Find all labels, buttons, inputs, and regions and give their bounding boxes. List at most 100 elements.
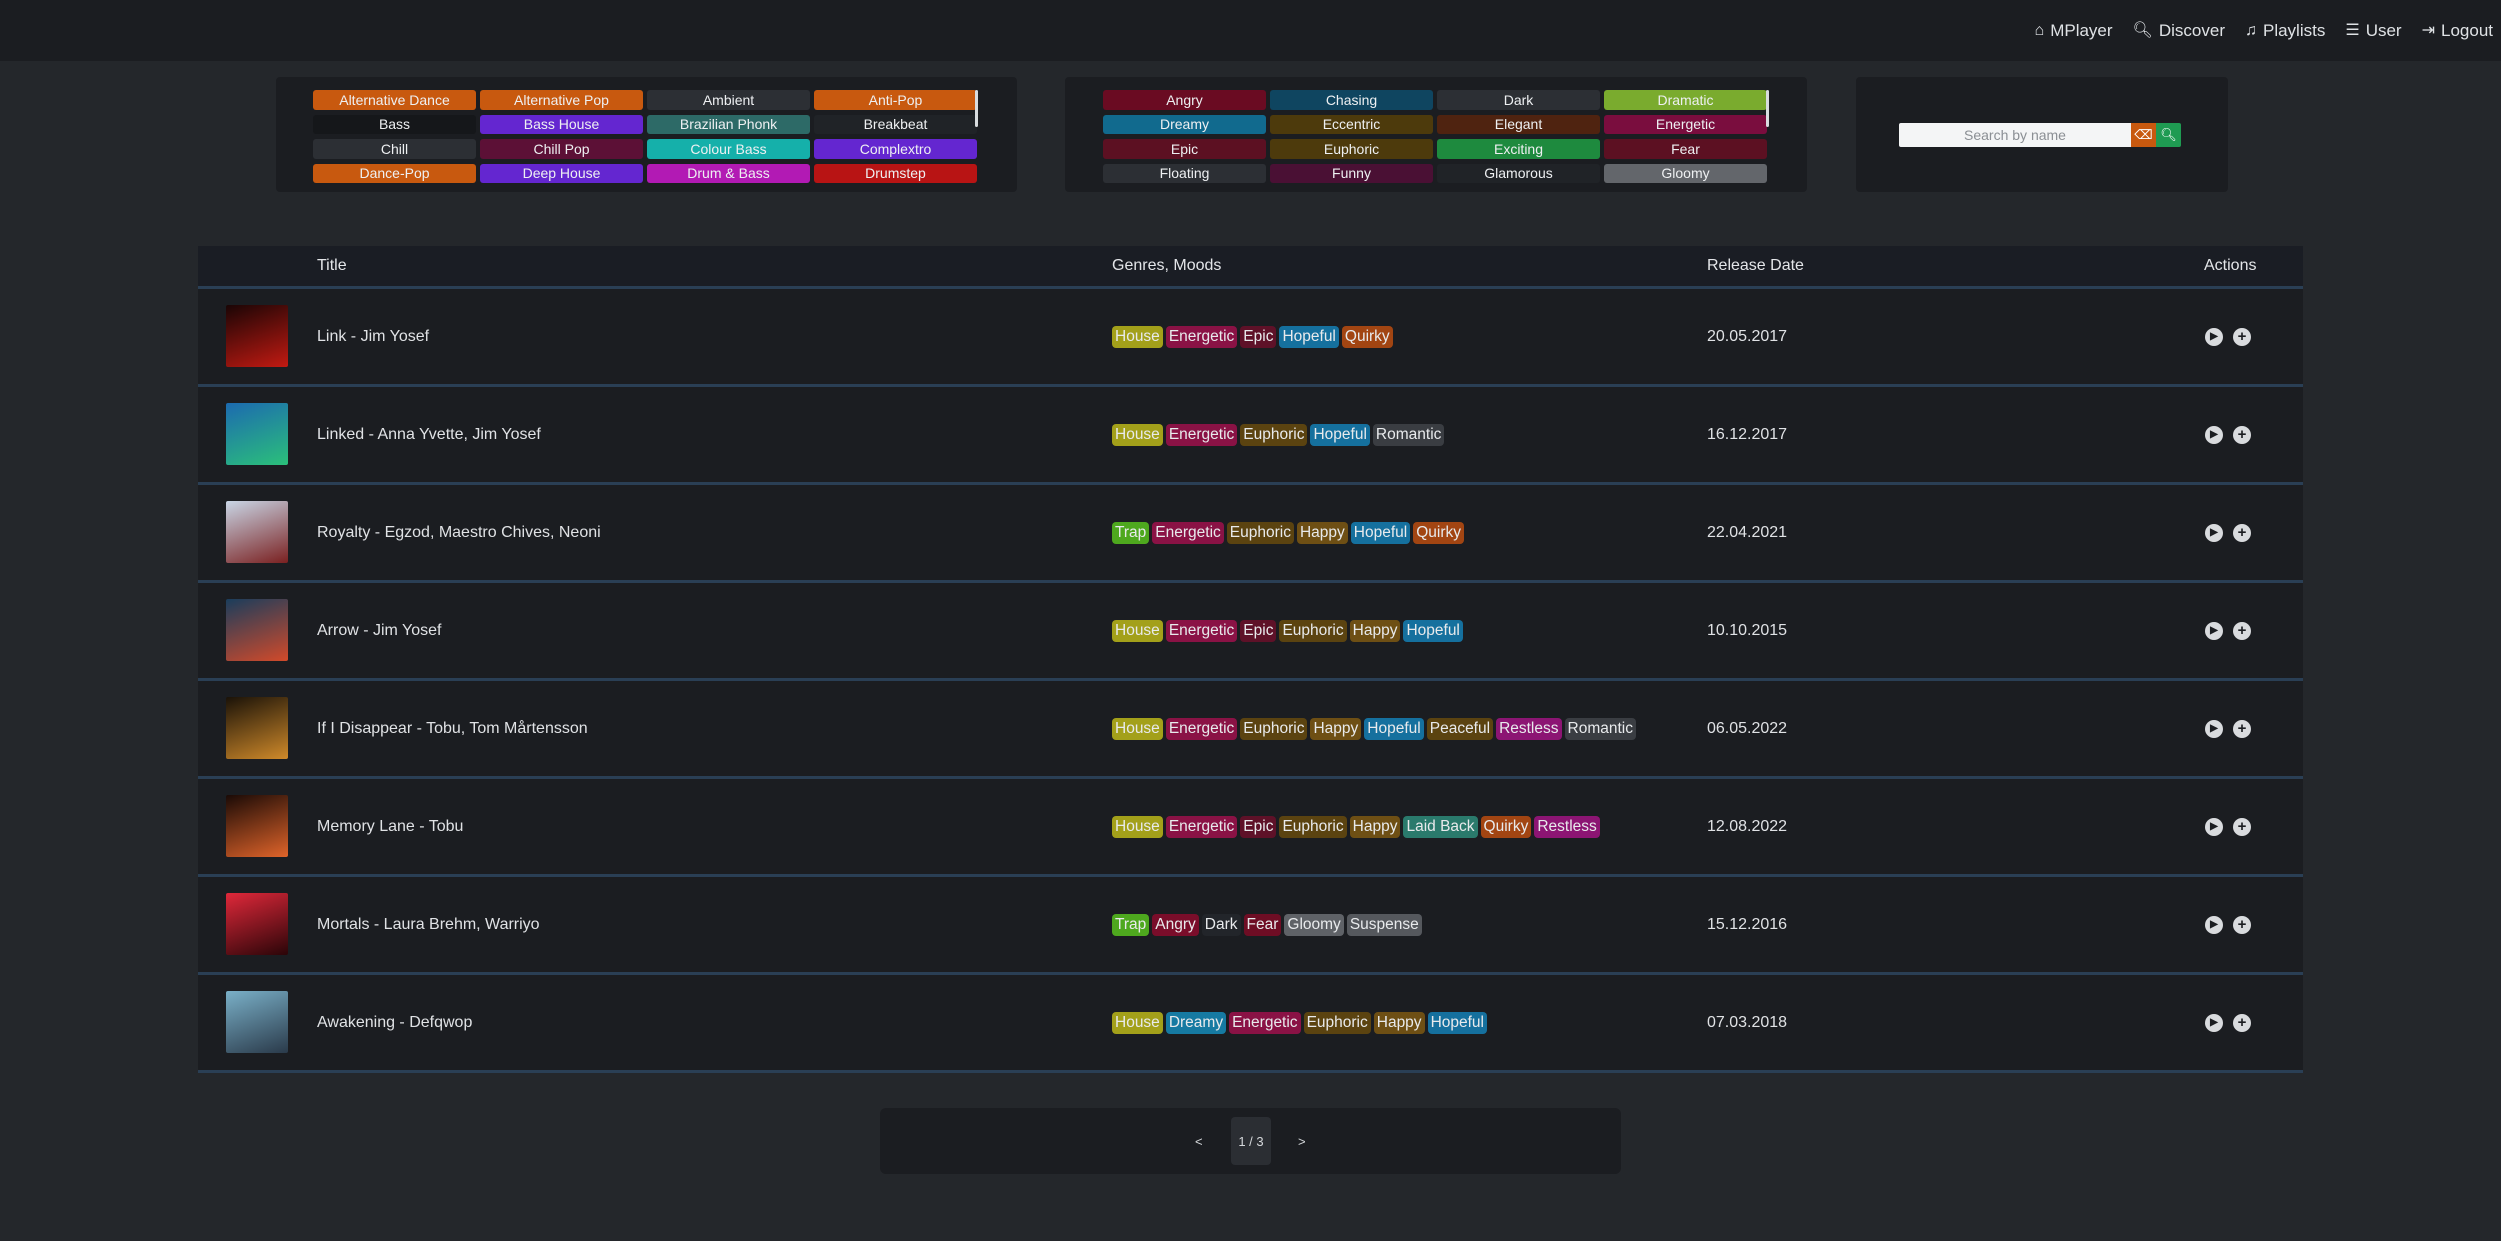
mood-chip-exciting[interactable]: Exciting <box>1437 139 1600 159</box>
mood-chip-dark[interactable]: Dark <box>1437 90 1600 110</box>
nav-discover-link[interactable]: 🔍︎ Discover <box>2133 21 2225 41</box>
genre-chip-deep-house[interactable]: Deep House <box>480 163 643 183</box>
mood-chip-funny[interactable]: Funny <box>1270 163 1433 183</box>
track-title: If I Disappear - Tobu, Tom Mårtensson <box>317 719 588 737</box>
table-row[interactable]: Linked - Anna Yvette, Jim Yosef House Ener… <box>198 387 2303 485</box>
tag-hopeful: Hopeful <box>1350 521 1411 544</box>
table-row[interactable]: If I Disappear - Tobu, Tom Mårtensson Hou… <box>198 681 2303 779</box>
nav-home-link[interactable]: ⌂ MPlayer <box>2035 21 2113 41</box>
genre-chip-chill-pop[interactable]: Chill Pop <box>480 139 643 159</box>
mood-chip-list: Angry Chasing Dark Dramatic Dreamy Eccentric E… <box>1103 90 1767 183</box>
genre-chip-list: Alternative Dance Alternative Pop Ambient A… <box>313 90 977 183</box>
pagination: < 1 / 3 > <box>880 1108 1621 1174</box>
tag-happy: Happy <box>1310 717 1362 740</box>
tag-epic: Epic <box>1240 815 1277 838</box>
add-icon[interactable]: + <box>2233 523 2251 542</box>
mood-chip-fear[interactable]: Fear <box>1604 139 1767 159</box>
genre-chip-colour-bass[interactable]: Colour Bass <box>647 139 810 159</box>
genre-chip-chill[interactable]: Chill <box>313 139 476 159</box>
add-icon[interactable]: + <box>2233 425 2251 444</box>
mood-chip-epic[interactable]: Epic <box>1103 139 1266 159</box>
table-row[interactable]: Awakening - Defqwop House Dreamy Energetic E… <box>198 975 2303 1073</box>
album-cover <box>226 893 288 955</box>
mood-chip-dreamy[interactable]: Dreamy <box>1103 114 1266 134</box>
next-page-button[interactable]: > <box>1298 1108 1306 1174</box>
nav-playlists-label: Playlists <box>2262 20 2326 40</box>
clear-search-button[interactable]: ⌫ <box>2131 123 2156 147</box>
mood-chip-dramatic[interactable]: Dramatic <box>1604 90 1767 110</box>
track-tags: House Energetic Euphoric Hopeful Romantic <box>1112 387 1445 482</box>
track-tags: House Energetic Epic Euphoric Happy Hopeful <box>1112 583 1463 678</box>
play-icon[interactable]: ▶ <box>2205 1013 2223 1032</box>
table-row[interactable]: Memory Lane - Tobu House Energetic Epic Euph… <box>198 779 2303 877</box>
tag-quirky: Quirky <box>1341 325 1393 348</box>
genre-chip-dance-pop[interactable]: Dance-Pop <box>313 163 476 183</box>
add-icon[interactable]: + <box>2233 621 2251 640</box>
genre-chip-breakbeat[interactable]: Breakbeat <box>814 114 977 134</box>
add-icon[interactable]: + <box>2233 817 2251 836</box>
track-tags: House Energetic Epic Euphoric Happy Laid Back… <box>1112 779 1600 874</box>
add-icon[interactable]: + <box>2233 915 2251 934</box>
play-icon[interactable]: ▶ <box>2205 523 2223 542</box>
track-title: Royalty - Egzod, Maestro Chives, Neoni <box>317 523 601 541</box>
prev-page-button[interactable]: < <box>1195 1108 1203 1174</box>
table-row[interactable]: Arrow - Jim Yosef House Energetic Epic Eupho… <box>198 583 2303 681</box>
tag-energetic: Energetic <box>1165 423 1238 446</box>
genre-chip-drumstep[interactable]: Drumstep <box>814 163 977 183</box>
table-row[interactable]: Link - Jim Yosef House Energetic Epic Hopefu… <box>198 289 2303 387</box>
row-actions: ▶ + <box>2205 877 2251 972</box>
mood-chip-euphoric[interactable]: Euphoric <box>1270 139 1433 159</box>
add-icon[interactable]: + <box>2233 327 2251 346</box>
mood-chip-chasing[interactable]: Chasing <box>1270 90 1433 110</box>
genre-chip-bass-house[interactable]: Bass House <box>480 114 643 134</box>
genre-chip-brazilian-phonk[interactable]: Brazilian Phonk <box>647 114 810 134</box>
mood-chip-energetic[interactable]: Energetic <box>1604 114 1767 134</box>
mood-chip-floating[interactable]: Floating <box>1103 163 1266 183</box>
row-actions: ▶ + <box>2205 289 2251 384</box>
table-body: Link - Jim Yosef House Energetic Epic Hopefu… <box>198 289 2303 1073</box>
table-row[interactable]: Royalty - Egzod, Maestro Chives, Neoni Tr… <box>198 485 2303 583</box>
genre-chip-drum-bass[interactable]: Drum & Bass <box>647 163 810 183</box>
nav-logout-link[interactable]: ⇥ Logout <box>2422 21 2493 41</box>
nav-user-link[interactable]: ☰ User <box>2345 21 2401 41</box>
play-icon[interactable]: ▶ <box>2205 425 2223 444</box>
search-button[interactable]: 🔍︎ <box>2156 123 2181 147</box>
play-icon[interactable]: ▶ <box>2205 327 2223 346</box>
track-tags: House Energetic Epic Hopeful Quirky <box>1112 289 1393 384</box>
tag-house: House <box>1112 325 1163 348</box>
album-cover <box>226 795 288 857</box>
mood-scrollbar[interactable] <box>1766 90 1769 127</box>
mood-chip-gloomy[interactable]: Gloomy <box>1604 163 1767 183</box>
genre-chip-ambient[interactable]: Ambient <box>647 90 810 110</box>
tag-hopeful: Hopeful <box>1403 619 1463 642</box>
mood-chip-angry[interactable]: Angry <box>1103 90 1266 110</box>
play-icon[interactable]: ▶ <box>2205 915 2223 934</box>
add-icon[interactable]: + <box>2233 719 2251 738</box>
mood-chip-elegant[interactable]: Elegant <box>1437 114 1600 134</box>
nav-discover-label: Discover <box>2158 20 2225 40</box>
track-title: Mortals - Laura Brehm, Warriyo <box>317 915 540 933</box>
genre-chip-anti-pop[interactable]: Anti-Pop <box>814 90 977 110</box>
genre-chip-bass[interactable]: Bass <box>313 114 476 134</box>
play-icon[interactable]: ▶ <box>2205 621 2223 640</box>
play-icon[interactable]: ▶ <box>2205 817 2223 836</box>
mood-chip-glamorous[interactable]: Glamorous <box>1437 163 1600 183</box>
mood-chip-eccentric[interactable]: Eccentric <box>1270 114 1433 134</box>
play-icon[interactable]: ▶ <box>2205 719 2223 738</box>
genre-chip-alternative-dance[interactable]: Alternative Dance <box>313 90 476 110</box>
nav-playlists-link[interactable]: ♫ Playlists <box>2245 21 2325 41</box>
tag-happy: Happy <box>1349 619 1401 642</box>
search-input[interactable] <box>1899 123 2131 147</box>
add-icon[interactable]: + <box>2233 1013 2251 1032</box>
current-page: 1 / 3 <box>1231 1117 1271 1165</box>
table-row[interactable]: Mortals - Laura Brehm, Warriyo Trap Angry D… <box>198 877 2303 975</box>
table-header: Title Genres, Moods Release Date Actions <box>198 246 2303 289</box>
tag-dreamy: Dreamy <box>1165 1011 1227 1034</box>
genre-scrollbar[interactable] <box>975 90 978 127</box>
release-date: 15.12.2016 <box>1707 915 1788 933</box>
tag-happy: Happy <box>1349 815 1401 838</box>
genre-chip-alternative-pop[interactable]: Alternative Pop <box>480 90 643 110</box>
tag-energetic: Energetic <box>1229 1011 1301 1034</box>
tag-hopeful: Hopeful <box>1279 325 1339 348</box>
genre-chip-complextro[interactable]: Complextro <box>814 139 977 159</box>
